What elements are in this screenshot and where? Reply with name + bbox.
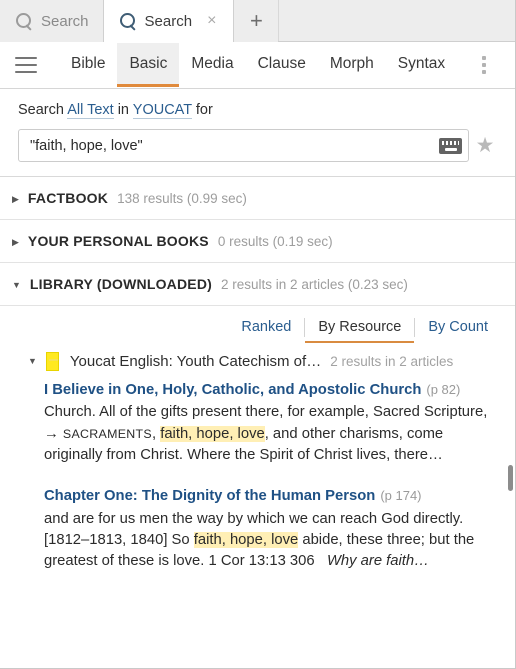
search-prompt: Search All Text in YOUCAT for <box>18 102 501 119</box>
resource-meta: 2 results in 2 articles <box>330 354 454 369</box>
tab-search-2[interactable]: Search × <box>102 0 235 42</box>
search-input-wrapper[interactable] <box>18 129 469 162</box>
search-input[interactable] <box>28 130 439 161</box>
section-meta: 138 results (0.99 sec) <box>117 191 247 206</box>
tab-clause[interactable]: Clause <box>246 43 318 87</box>
sort-tab-ranked[interactable]: Ranked <box>228 316 304 343</box>
tab-syntax[interactable]: Syntax <box>386 43 457 87</box>
section-title: YOUR PERSONAL BOOKS <box>27 233 209 249</box>
section-title: LIBRARY (DOWNLOADED) <box>29 276 213 292</box>
tab-morph[interactable]: Morph <box>318 43 386 87</box>
hamburger-menu-icon[interactable] <box>15 57 37 73</box>
search-input-row: ★ <box>18 129 501 162</box>
search-icon <box>16 12 33 30</box>
section-factbook[interactable]: ▶ FACTBOOK 138 results (0.99 sec) <box>0 177 515 220</box>
search-resource-link[interactable]: YOUCAT <box>132 102 192 119</box>
chevron-right-icon: ▶ <box>12 237 19 247</box>
result-item: Chapter One: The Dignity of the Human Pe… <box>44 486 499 572</box>
section-your-personal-books[interactable]: ▶ YOUR PERSONAL BOOKS 0 results (0.19 se… <box>0 220 515 263</box>
highlighted-term: faith, hope, love <box>193 532 299 549</box>
search-scope-link[interactable]: All Text <box>67 102 114 119</box>
sort-tab-by-count[interactable]: By Count <box>415 316 501 343</box>
search-prompt-prefix: Search <box>18 102 64 118</box>
results-list: I Believe in One, Holy, Catholic, and Ap… <box>0 380 515 573</box>
highlighted-term: faith, hope, love <box>160 425 265 442</box>
keyboard-icon[interactable] <box>439 137 462 154</box>
snippet-italic: Why are faith… <box>326 553 429 570</box>
result-page: (p 174) <box>380 488 422 504</box>
snippet-text: , <box>151 425 161 442</box>
result-page: (p 82) <box>426 382 461 397</box>
search-prompt-mid: in <box>117 102 129 118</box>
result-title[interactable]: I Believe in One, Holy, Catholic, and Ap… <box>44 382 421 398</box>
close-icon[interactable]: × <box>204 11 219 31</box>
search-panel: Search Search × + Bible Basic Media Clau… <box>0 0 516 669</box>
sort-tab-bar: Ranked By Resource By Count <box>0 306 515 343</box>
results-scroll-area: ▼ Youcat English: Youth Catechism of… 2 … <box>0 343 515 668</box>
tab-label: Search <box>41 12 89 30</box>
result-item: I Believe in One, Holy, Catholic, and Ap… <box>44 380 499 466</box>
cross-reference-term: SACRAMENTS <box>62 426 152 441</box>
resource-name: Youcat English: Youth Catechism of… <box>69 353 322 370</box>
tab-strip-filler <box>278 0 515 41</box>
scrollbar-thumb[interactable] <box>508 465 513 491</box>
tab-bible[interactable]: Bible <box>59 43 117 87</box>
search-icon <box>119 12 137 30</box>
sort-tab-by-resource[interactable]: By Resource <box>305 316 415 343</box>
search-toolbar: Bible Basic Media Clause Morph Syntax <box>0 42 515 89</box>
new-tab-button[interactable]: + <box>234 0 279 42</box>
result-snippet: Church. All of the gifts present there, … <box>44 402 499 466</box>
section-library-downloaded[interactable]: ▼ LIBRARY (DOWNLOADED) 2 results in 2 ar… <box>0 263 515 306</box>
tab-strip: Search Search × + <box>0 0 515 42</box>
result-title[interactable]: Chapter One: The Dignity of the Human Pe… <box>44 488 375 504</box>
chevron-right-icon: ▶ <box>12 194 19 204</box>
tab-media[interactable]: Media <box>179 43 245 87</box>
tab-label: Search <box>144 12 193 30</box>
section-meta: 2 results in 2 articles (0.23 sec) <box>221 277 408 292</box>
section-title: FACTBOOK <box>27 190 109 206</box>
star-icon[interactable]: ★ <box>469 135 501 156</box>
chevron-down-icon[interactable]: ▼ <box>28 357 37 366</box>
section-meta: 0 results (0.19 sec) <box>217 234 333 249</box>
yellow-book-icon <box>45 352 59 371</box>
chevron-down-icon: ▼ <box>12 280 21 290</box>
tab-basic[interactable]: Basic <box>117 43 180 87</box>
search-bar: Search All Text in YOUCAT for ★ <box>0 89 515 177</box>
result-snippet: and are for us men the way by which we c… <box>44 509 499 573</box>
resource-group-header[interactable]: ▼ Youcat English: Youth Catechism of… 2 … <box>0 343 515 380</box>
tab-search-1[interactable]: Search <box>0 0 104 42</box>
kebab-menu-icon[interactable] <box>473 53 495 77</box>
search-prompt-suffix: for <box>195 102 213 118</box>
